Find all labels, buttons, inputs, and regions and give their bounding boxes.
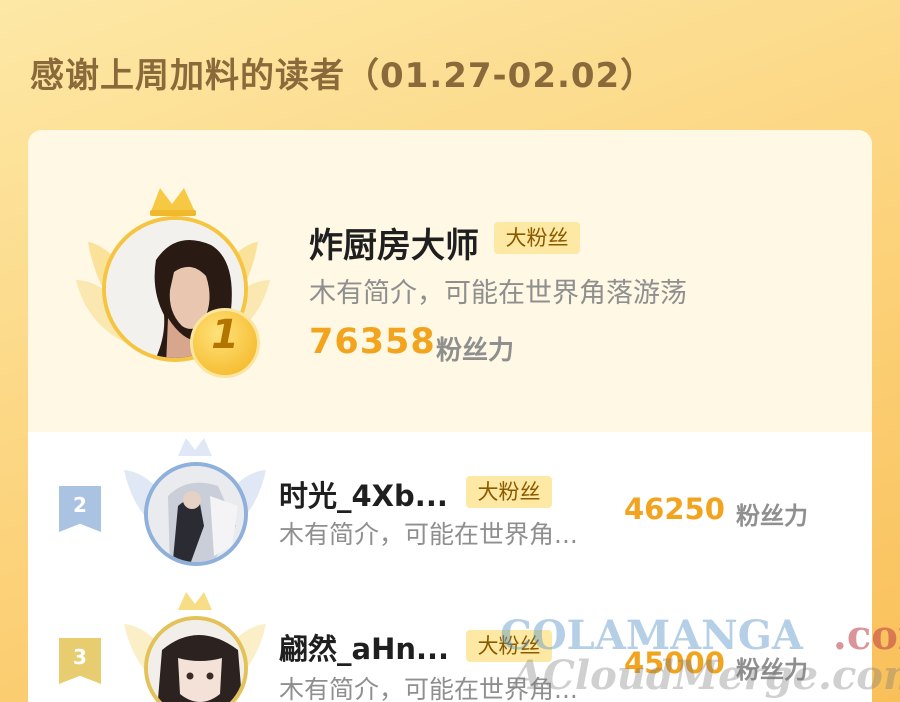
rank-flag-3: 3 xyxy=(59,638,101,684)
status-badge: 大粉丝 xyxy=(494,222,580,254)
page-title: 感谢上周加料的读者（01.27-02.02） xyxy=(30,56,656,96)
fan-score-unit: 粉丝力 xyxy=(736,656,808,684)
fan-score-unit: 粉丝力 xyxy=(736,502,808,530)
user-name[interactable]: 翩然_aHn... xyxy=(279,626,449,668)
rank-1-number: 1 xyxy=(211,312,239,358)
user-name[interactable]: 炸厨房大师 xyxy=(309,218,479,267)
status-badge: 大粉丝 xyxy=(466,630,552,662)
avatar-anime-girl-icon xyxy=(148,620,244,702)
user-name[interactable]: 时光_4Xb... xyxy=(279,473,448,515)
user-intro: 木有简介，可能在世界角... xyxy=(279,520,578,549)
fan-score-unit: 粉丝力 xyxy=(436,336,515,366)
fan-score: 46250 xyxy=(624,492,725,526)
user-intro: 木有简介，可能在世界角落游荡 xyxy=(309,278,687,309)
user-intro: 木有简介，可能在世界角... xyxy=(279,675,578,702)
ranking-card: 1 炸厨房大师 大粉丝 木有简介，可能在世界角落游荡 76358 粉丝力 2 时… xyxy=(28,130,872,702)
avatar[interactable] xyxy=(144,462,248,566)
rank-flag-2: 2 xyxy=(59,486,101,532)
status-badge: 大粉丝 xyxy=(466,476,552,508)
fan-score: 45000 xyxy=(624,646,725,680)
fan-score: 76358 xyxy=(309,322,436,362)
